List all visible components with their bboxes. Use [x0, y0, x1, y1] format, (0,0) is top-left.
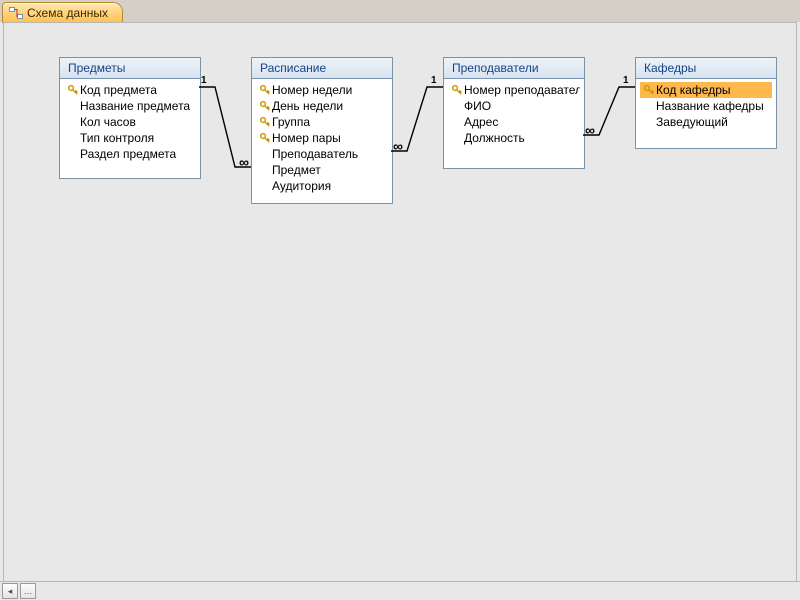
field-name: Код кафедры: [656, 83, 731, 97]
nav-prev-button[interactable]: …: [20, 583, 36, 599]
table-fields: Код кафедры Название кафедры Заведующий: [636, 79, 776, 133]
field-row[interactable]: Адрес: [448, 114, 580, 130]
field-name: Раздел предмета: [80, 147, 176, 161]
field-row[interactable]: Должность: [448, 130, 580, 146]
cardinality-one-label: 1: [201, 75, 207, 86]
table-fields: Код предмета Название предмета Кол часов Ти…: [60, 79, 200, 165]
primary-key-icon: [258, 116, 272, 128]
primary-key-icon: [258, 132, 272, 144]
table-t-departments[interactable]: Кафедры Код кафедры Название кафедры Завед…: [635, 57, 777, 149]
cardinality-many-label: ∞: [393, 141, 403, 151]
field-name: Предмет: [272, 163, 321, 177]
field-row[interactable]: Номер пары: [256, 130, 388, 146]
field-name: День недели: [272, 99, 343, 113]
field-row[interactable]: Раздел предмета: [64, 146, 196, 162]
table-title[interactable]: Кафедры: [636, 58, 776, 79]
table-fields: Номер преподавателя ФИО Адрес Должность: [444, 79, 584, 149]
table-t-subjects[interactable]: Предметы Код предметаНазвание предметаКо…: [59, 57, 201, 179]
cardinality-many-label: ∞: [239, 157, 249, 167]
primary-key-icon: [258, 100, 272, 112]
field-name: Заведующий: [656, 115, 728, 129]
table-title[interactable]: Предметы: [60, 58, 200, 79]
primary-key-icon: [642, 84, 656, 96]
relationships-canvas[interactable]: Предметы Код предметаНазвание предметаКо…: [3, 22, 797, 582]
tab-bar: Схема данных: [0, 0, 800, 22]
table-t-teachers[interactable]: Преподаватели Номер преподавателя ФИО Адре…: [443, 57, 585, 169]
table-fields: Номер недели День недели Группа Номер па…: [252, 79, 392, 197]
field-row[interactable]: Номер преподавателя: [448, 82, 580, 98]
field-row[interactable]: Номер недели: [256, 82, 388, 98]
primary-key-icon: [66, 84, 80, 96]
field-row[interactable]: Преподаватель: [256, 146, 388, 162]
table-title[interactable]: Расписание: [252, 58, 392, 79]
field-row[interactable]: День недели: [256, 98, 388, 114]
nav-first-button[interactable]: ◂: [2, 583, 18, 599]
field-row[interactable]: Код кафедры: [640, 82, 772, 98]
table-t-schedule[interactable]: Расписание Номер недели День недели Груп…: [251, 57, 393, 204]
tab-relationships[interactable]: Схема данных: [2, 2, 123, 23]
field-name: Название кафедры: [656, 99, 764, 113]
field-name: Аудитория: [272, 179, 331, 193]
field-row[interactable]: Тип контроля: [64, 130, 196, 146]
field-row[interactable]: Кол часов: [64, 114, 196, 130]
field-name: Адрес: [464, 115, 498, 129]
field-name: Номер преподавателя: [464, 83, 580, 97]
cardinality-one-label: 1: [431, 75, 437, 86]
field-name: Кол часов: [80, 115, 136, 129]
field-name: Номер недели: [272, 83, 352, 97]
primary-key-icon: [450, 84, 464, 96]
field-name: Должность: [464, 131, 525, 145]
relationships-icon: [9, 7, 23, 19]
field-name: Код предмета: [80, 83, 157, 97]
field-name: ФИО: [464, 99, 491, 113]
field-name: Номер пары: [272, 131, 341, 145]
field-row[interactable]: Название предмета: [64, 98, 196, 114]
field-row[interactable]: Аудитория: [256, 178, 388, 194]
field-row[interactable]: Предмет: [256, 162, 388, 178]
cardinality-one-label: 1: [623, 75, 629, 86]
field-name: Группа: [272, 115, 310, 129]
primary-key-icon: [258, 84, 272, 96]
field-row[interactable]: Группа: [256, 114, 388, 130]
cardinality-many-label: ∞: [585, 125, 595, 135]
record-navigator: ◂ …: [0, 581, 800, 600]
field-row[interactable]: Код предмета: [64, 82, 196, 98]
field-row[interactable]: ФИО: [448, 98, 580, 114]
field-row[interactable]: Заведующий: [640, 114, 772, 130]
field-row[interactable]: Название кафедры: [640, 98, 772, 114]
tab-label: Схема данных: [27, 6, 108, 20]
table-title[interactable]: Преподаватели: [444, 58, 584, 79]
field-name: Название предмета: [80, 99, 190, 113]
field-name: Преподаватель: [272, 147, 358, 161]
field-name: Тип контроля: [80, 131, 154, 145]
